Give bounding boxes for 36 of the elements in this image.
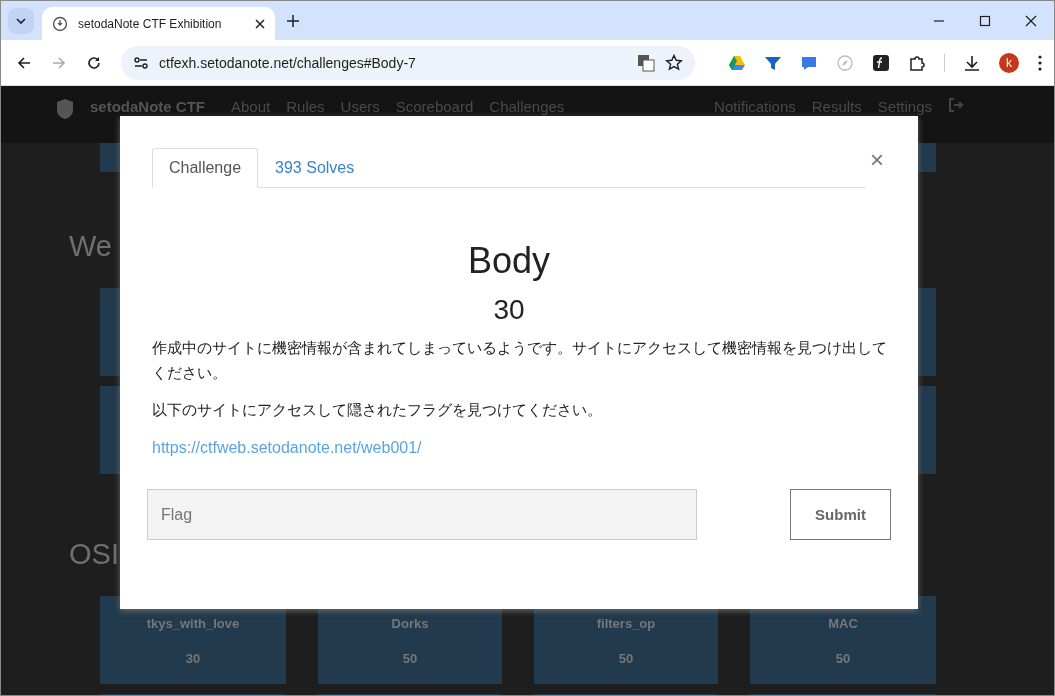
tab-title: setodaNote CTF Exhibition <box>78 16 223 31</box>
download-icon[interactable] <box>963 53 981 72</box>
translate-icon[interactable] <box>637 53 655 72</box>
submit-button[interactable]: Submit <box>790 489 891 540</box>
shield-logo-icon <box>56 98 74 120</box>
star-icon[interactable] <box>665 53 683 72</box>
modal-tab[interactable]: 393 Solves <box>258 148 372 188</box>
modal-tab[interactable]: Challenge <box>152 148 259 188</box>
reload-icon[interactable] <box>86 54 102 71</box>
close-icon[interactable] <box>255 18 265 29</box>
browser-tab[interactable]: setodaNote CTF Exhibition <box>42 7 275 40</box>
new-tab-icon[interactable] <box>287 14 299 27</box>
tab-search-button[interactable] <box>8 7 34 34</box>
challenge-points: 30 <box>492 294 526 326</box>
back-icon[interactable] <box>16 54 32 71</box>
close-icon[interactable] <box>1025 14 1037 27</box>
function-icon[interactable] <box>872 53 890 72</box>
section-heading: We <box>69 230 112 262</box>
triangle-icon[interactable] <box>728 53 746 72</box>
brand-name[interactable]: setodaNote CTF <box>90 98 205 115</box>
maximize-icon[interactable] <box>979 14 991 27</box>
description-text: 作成中のサイトに機密情報が含まれてしまっているようです。サイトにアクセスして機密情報を見つけ出してください。 <box>152 338 888 384</box>
globe-icon <box>52 15 68 32</box>
challenge-title: Body <box>466 240 552 282</box>
caret-icon <box>16 17 26 24</box>
description-text: 以下のサイトにアクセスして隠されたフラグを見つけてください。 <box>152 400 603 421</box>
menu-icon[interactable] <box>1037 53 1043 72</box>
site-settings-icon[interactable] <box>133 54 149 71</box>
flag-input[interactable]: Flag <box>147 489 697 540</box>
challenge-link[interactable]: https://ctfweb.setodanote.net/web001/ <box>152 439 422 457</box>
url-text: ctfexh.setodanote.net/challenges#Body-7 <box>159 54 416 71</box>
puzzle-icon[interactable] <box>908 53 926 72</box>
profile-avatar[interactable]: k <box>999 52 1019 73</box>
address-bar[interactable]: ctfexh.setodanote.net/challenges#Body-7 <box>121 45 695 80</box>
close-button[interactable]: × <box>868 146 886 174</box>
section-heading: OSI <box>69 538 119 570</box>
